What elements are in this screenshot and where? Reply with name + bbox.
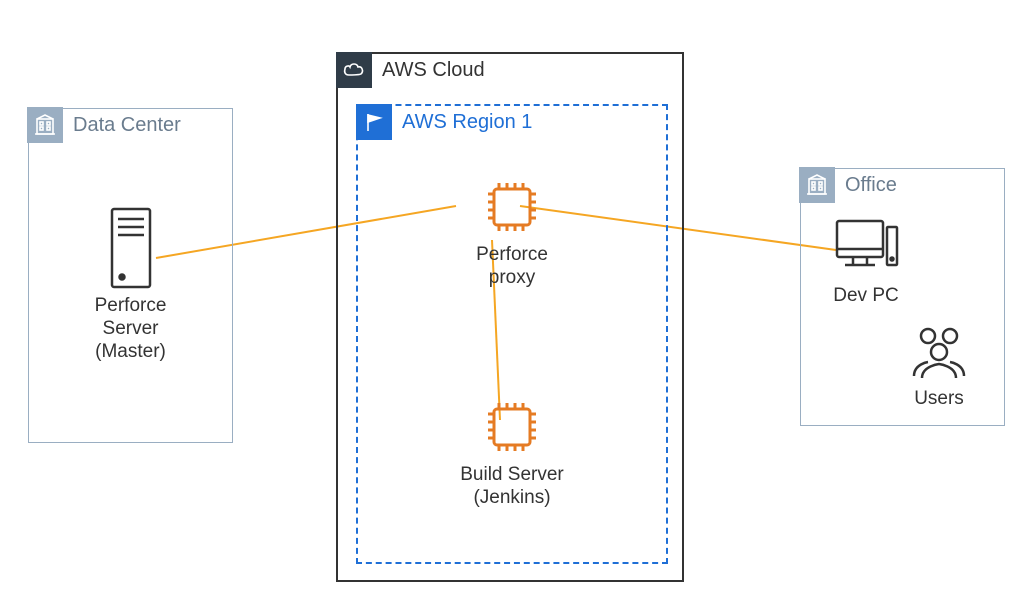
aws-region-title: AWS Region 1 <box>392 104 532 140</box>
datacenter-box: Data Center Perforce Server (Master) <box>28 108 233 443</box>
building-icon <box>27 107 63 143</box>
chip-icon <box>481 176 543 238</box>
cloud-icon <box>336 52 372 88</box>
users-label: Users <box>884 388 994 411</box>
office-title: Office <box>835 167 897 203</box>
dev-pc: Dev PC <box>811 217 921 308</box>
desktop-computer-icon <box>831 217 901 279</box>
server-icon <box>108 207 154 289</box>
flag-icon <box>356 104 392 140</box>
datacenter-title: Data Center <box>63 107 181 143</box>
building-icon <box>799 167 835 203</box>
office-box: Office Dev PC <box>800 168 1005 426</box>
perforce-server: Perforce Server (Master) <box>29 207 232 363</box>
perforce-proxy-label: Perforce proxy <box>358 244 666 290</box>
dev-pc-label: Dev PC <box>811 285 921 308</box>
users: Users <box>884 322 994 411</box>
diagram-canvas: Data Center Perforce Server (Master) <box>0 0 1024 596</box>
perforce-proxy: Perforce proxy <box>358 176 666 290</box>
users-icon <box>904 322 974 382</box>
chip-icon <box>481 396 543 458</box>
build-server: Build Server (Jenkins) <box>358 396 666 510</box>
build-server-label: Build Server (Jenkins) <box>358 464 666 510</box>
aws-region-box: AWS Region 1 Perforc <box>356 104 668 564</box>
aws-cloud-box: AWS Cloud AWS Region 1 <box>336 52 684 582</box>
perforce-server-label: Perforce Server (Master) <box>29 295 232 363</box>
aws-cloud-title: AWS Cloud <box>372 52 485 88</box>
